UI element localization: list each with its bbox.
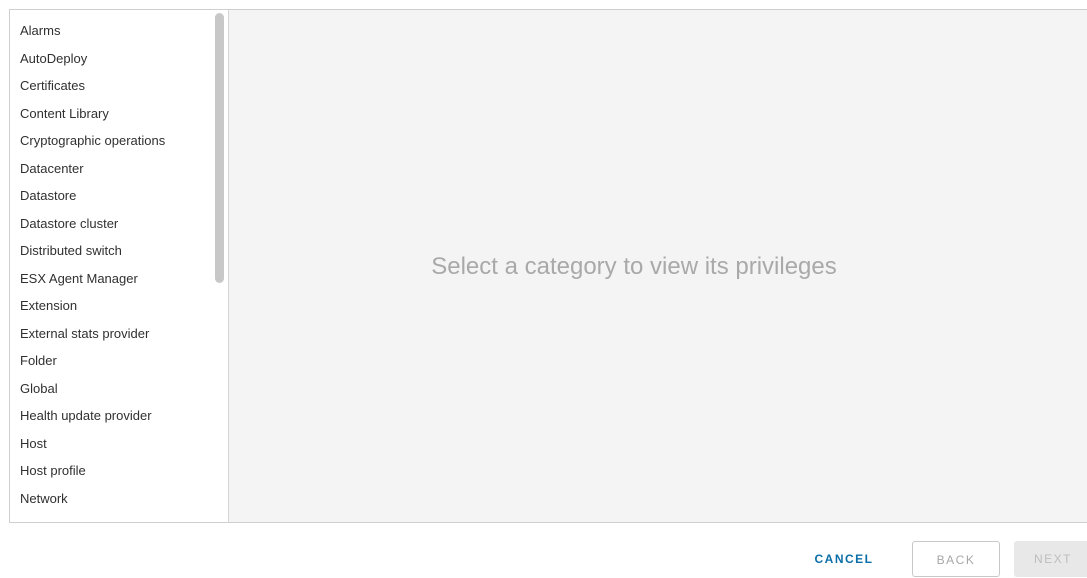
category-item[interactable]: Host xyxy=(10,430,212,458)
category-scrollbar-thumb[interactable] xyxy=(215,13,224,283)
category-item[interactable]: Extension xyxy=(10,292,212,320)
category-item[interactable]: Certificates xyxy=(10,72,212,100)
category-item[interactable]: External stats provider xyxy=(10,320,212,348)
category-item[interactable]: AutoDeploy xyxy=(10,45,212,73)
category-item[interactable]: Host profile xyxy=(10,457,212,485)
back-button[interactable]: BACK xyxy=(912,541,1000,577)
category-list: Alarms AutoDeploy Certificates Content Libr… xyxy=(10,10,212,522)
cancel-button[interactable]: CANCEL xyxy=(800,541,888,577)
category-item[interactable]: Health update provider xyxy=(10,402,212,430)
empty-state-message: Select a category to view its privileges xyxy=(431,253,837,280)
privileges-panel: Alarms AutoDeploy Certificates Content Libr… xyxy=(9,9,1087,523)
category-scrollbar[interactable] xyxy=(212,10,228,522)
category-item[interactable]: Network xyxy=(10,485,212,513)
category-item[interactable]: Cryptographic operations xyxy=(10,127,212,155)
privileges-detail-pane: Select a category to view its privileges xyxy=(229,10,1087,522)
category-item[interactable]: Datacenter xyxy=(10,155,212,183)
category-item[interactable]: ESX Agent Manager xyxy=(10,265,212,293)
category-item[interactable]: Global xyxy=(10,375,212,403)
category-item[interactable]: Content Library xyxy=(10,100,212,128)
category-item[interactable]: Datastore xyxy=(10,182,212,210)
category-item[interactable]: Alarms xyxy=(10,17,212,45)
category-items: Alarms AutoDeploy Certificates Content Libr… xyxy=(10,10,212,512)
category-item[interactable]: Distributed switch xyxy=(10,237,212,265)
wizard-footer: CANCEL BACK NEXT xyxy=(0,541,1087,577)
category-item[interactable]: Folder xyxy=(10,347,212,375)
next-button[interactable]: NEXT xyxy=(1014,541,1087,577)
category-item[interactable]: Datastore cluster xyxy=(10,210,212,238)
